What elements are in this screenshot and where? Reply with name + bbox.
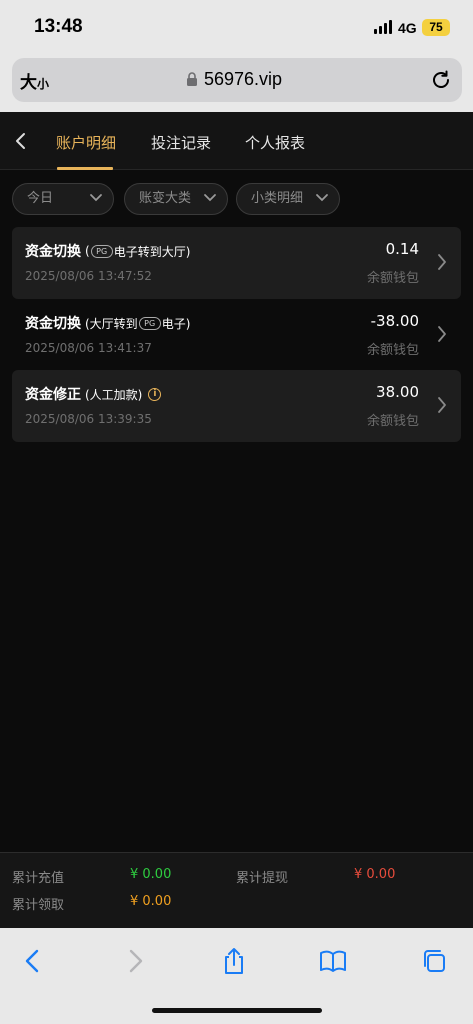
record-time: 2025/08/06 13:47:52 [25, 269, 152, 283]
lock-icon [187, 72, 197, 86]
filter-subcategory-label: 小类明细 [251, 191, 304, 206]
active-tab-indicator [57, 167, 113, 170]
record-subtitle: ( PG 电子转到大厅) [85, 244, 191, 259]
info-icon[interactable]: i [148, 387, 162, 401]
browser-toolbar [0, 928, 473, 1024]
claim-total-label: 累计领取 [12, 898, 65, 913]
pg-logo-icon: PG [90, 244, 113, 258]
home-indicator [152, 1008, 322, 1013]
browser-address-area: 大小 56976.vip [0, 54, 473, 112]
record-subtitle: (大厅转到 PG 电子) [85, 316, 191, 331]
status-time: 13:48 [34, 16, 83, 37]
withdraw-total-value: ¥ 0.00 [354, 867, 396, 882]
filter-date[interactable]: 今日 [12, 183, 114, 215]
address-bar[interactable]: 大小 56976.vip [12, 58, 462, 102]
signal-icon [374, 20, 392, 34]
url-text: 56976.vip [204, 69, 283, 89]
chevron-down-icon [204, 194, 216, 202]
bookmarks-icon[interactable] [318, 946, 348, 976]
filter-date-label: 今日 [27, 191, 54, 206]
record-wallet: 余额钱包 [366, 414, 419, 429]
share-icon[interactable] [219, 946, 249, 976]
tab-personal-report[interactable]: 个人报表 [245, 132, 305, 153]
withdraw-total-label: 累计提现 [236, 871, 289, 886]
record-wallet: 余额钱包 [366, 343, 419, 358]
record-row[interactable]: 资金修正 (人工加款) i 2025/08/06 13:39:35 38.00 … [12, 370, 461, 442]
record-row[interactable]: 资金切换 (大厅转到 PG 电子) 2025/08/06 13:41:37 -3… [12, 299, 461, 371]
record-subtitle: (人工加款) i [85, 386, 162, 403]
url-display[interactable]: 56976.vip [186, 69, 282, 90]
record-row[interactable]: 资金切换 ( PG 电子转到大厅) 2025/08/06 13:47:52 0.… [12, 227, 461, 299]
tabs-icon[interactable] [420, 946, 450, 976]
record-wallet: 余额钱包 [366, 271, 419, 286]
tab-bar: 账户明细 投注记录 个人报表 [0, 112, 473, 170]
record-time: 2025/08/06 13:39:35 [25, 412, 152, 426]
record-amount: 0.14 [385, 240, 419, 258]
text-size-button[interactable]: 大小 [20, 68, 49, 93]
claim-total-value: ¥ 0.00 [130, 894, 172, 909]
status-bar: 13:48 4G 75 [0, 0, 473, 54]
record-title: 资金切换 [25, 244, 81, 260]
pg-logo-icon: PG [138, 316, 161, 330]
record-amount: -38.00 [370, 312, 419, 330]
record-title: 资金修正 [25, 387, 81, 403]
back-icon[interactable] [14, 132, 28, 150]
reload-icon[interactable] [430, 69, 452, 91]
tab-account-details[interactable]: 账户明细 [56, 132, 116, 153]
record-time: 2025/08/06 13:41:37 [25, 341, 152, 355]
chevron-down-icon [90, 194, 102, 202]
chevron-down-icon [316, 194, 328, 202]
back-icon[interactable] [18, 946, 48, 976]
tab-bet-records[interactable]: 投注记录 [151, 132, 211, 153]
chevron-right-icon [438, 254, 446, 270]
chevron-right-icon [438, 326, 446, 342]
deposit-total-value: ¥ 0.00 [130, 867, 172, 882]
chevron-right-icon [438, 397, 446, 413]
network-label: 4G [398, 20, 417, 36]
filter-category[interactable]: 账变大类 [124, 183, 228, 215]
record-amount: 38.00 [376, 383, 419, 401]
deposit-total-label: 累计充值 [12, 871, 65, 886]
battery-icon: 75 [422, 19, 450, 36]
forward-icon[interactable] [120, 946, 150, 976]
summary-panel: 累计充值 ¥ 0.00 累计提现 ¥ 0.00 累计领取 ¥ 0.00 [0, 852, 473, 928]
filter-subcategory[interactable]: 小类明细 [236, 183, 340, 215]
filter-category-label: 账变大类 [139, 191, 192, 206]
record-title: 资金切换 [25, 316, 81, 332]
